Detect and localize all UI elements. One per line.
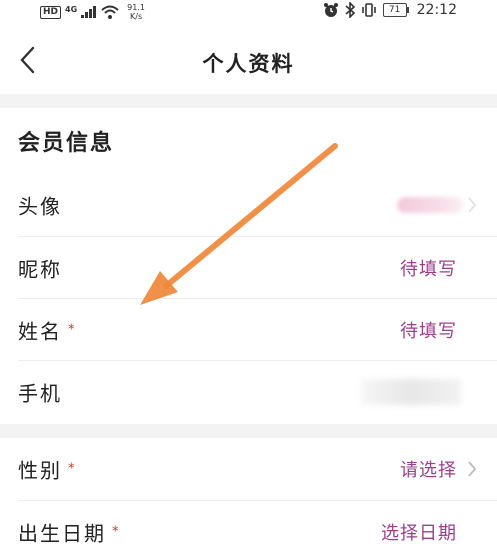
- alarm-icon: [323, 3, 338, 17]
- bluetooth-icon: [345, 2, 355, 18]
- row-avatar[interactable]: 头像: [0, 174, 497, 236]
- row-value: 请选择: [400, 460, 457, 481]
- label-text: 昵称: [18, 257, 62, 282]
- required-mark: *: [68, 461, 77, 477]
- status-right: 71 22:12: [323, 2, 457, 18]
- wifi-icon: [101, 5, 119, 19]
- battery-icon: 71: [382, 3, 409, 17]
- section-gap: [0, 424, 497, 438]
- row-birthday[interactable]: 出生日期 * 选择日期: [0, 501, 497, 552]
- section-gap: [0, 94, 497, 108]
- row-label: 手机: [18, 378, 62, 407]
- label-text: 姓名: [18, 319, 62, 344]
- section-title-member-info: 会员信息: [18, 131, 115, 156]
- avatar-blurred: [397, 197, 463, 213]
- row-nickname[interactable]: 昵称 待填写: [0, 237, 497, 299]
- required-mark: *: [112, 524, 121, 540]
- required-mark: *: [68, 322, 77, 338]
- page-title: 个人资料: [202, 52, 295, 76]
- status-time: 22:12: [416, 2, 457, 18]
- row-phone[interactable]: 手机: [0, 361, 497, 423]
- speed-unit: K/s: [130, 12, 143, 21]
- row-label: 头像: [18, 191, 62, 220]
- network-type: 4G: [65, 4, 78, 14]
- row-value: 选择日期: [381, 523, 457, 544]
- row-name[interactable]: 姓名 * 待填写: [0, 299, 497, 361]
- nav-bar: 个人资料: [0, 24, 497, 94]
- chevron-right-icon: [468, 461, 477, 477]
- label-text: 头像: [18, 194, 62, 219]
- phone-blurred: [361, 379, 461, 405]
- row-value: 待填写: [400, 321, 457, 342]
- row-value: 待填写: [400, 259, 457, 280]
- network-speed: 91.1 K/s: [127, 3, 145, 21]
- label-text: 出生日期: [18, 521, 106, 546]
- label-text: 性别: [18, 458, 62, 483]
- row-label: 性别 *: [18, 455, 77, 484]
- speed-value: 91.1: [127, 3, 145, 12]
- chevron-right-icon: [468, 197, 477, 213]
- hd-badge: HD: [40, 5, 62, 19]
- signal-icon: [81, 6, 97, 18]
- row-label: 昵称: [18, 254, 62, 283]
- profile-page: HD 4G 91.1 K/s 71 22:12 个人资料 会员信息 头像 昵称 …: [0, 0, 497, 552]
- vibrate-icon: [361, 3, 376, 17]
- row-gender[interactable]: 性别 * 请选择: [0, 438, 497, 500]
- status-bar: HD 4G 91.1 K/s 71 22:12: [0, 0, 497, 24]
- row-label: 出生日期 *: [18, 518, 121, 547]
- label-text: 手机: [18, 381, 62, 406]
- status-left: HD 4G 91.1 K/s: [40, 3, 145, 21]
- row-label: 姓名 *: [18, 316, 77, 345]
